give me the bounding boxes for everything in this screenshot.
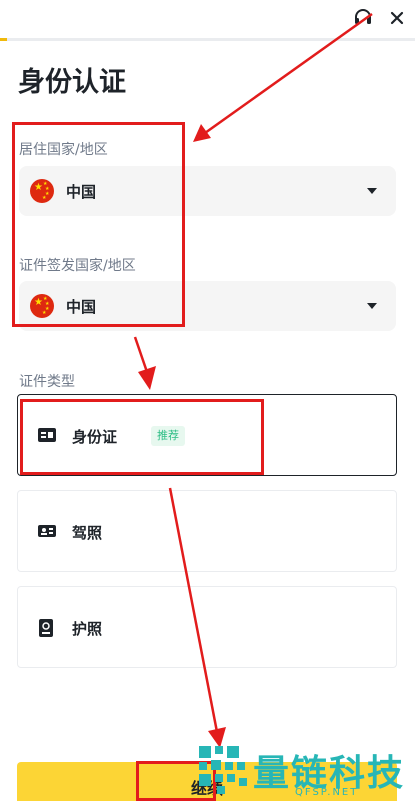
close-button[interactable]: [385, 6, 409, 30]
annotation-arrow: [133, 336, 149, 373]
page-title: 身份认证: [18, 67, 126, 98]
doc-option-driver-license[interactable]: 驾照: [17, 490, 397, 572]
doc-option-label: 护照: [72, 620, 103, 638]
headset-icon: [355, 9, 371, 24]
watermark: 量链科技 QFSP.NET: [193, 740, 415, 801]
annotation-arrowhead: [193, 124, 211, 142]
doc-type-label: 证件类型: [19, 374, 75, 390]
driver-license-icon: [38, 525, 56, 537]
annotation-arrow: [204, 12, 373, 135]
passport-icon: [39, 619, 53, 637]
annotation-box-country: [12, 122, 185, 327]
progress-fill: [0, 38, 7, 41]
annotation-arrowhead: [138, 366, 156, 390]
annotation-box-id-card: [20, 399, 264, 475]
caret-down-icon: [367, 303, 377, 309]
progress-bar: [0, 38, 415, 41]
support-button[interactable]: [351, 6, 375, 30]
watermark-logo: [199, 746, 247, 794]
doc-option-passport[interactable]: 护照: [17, 586, 397, 668]
close-icon: [390, 11, 404, 25]
caret-down-icon: [367, 188, 377, 194]
watermark-sub: QFSP.NET: [295, 787, 359, 798]
doc-option-label: 驾照: [72, 524, 103, 542]
